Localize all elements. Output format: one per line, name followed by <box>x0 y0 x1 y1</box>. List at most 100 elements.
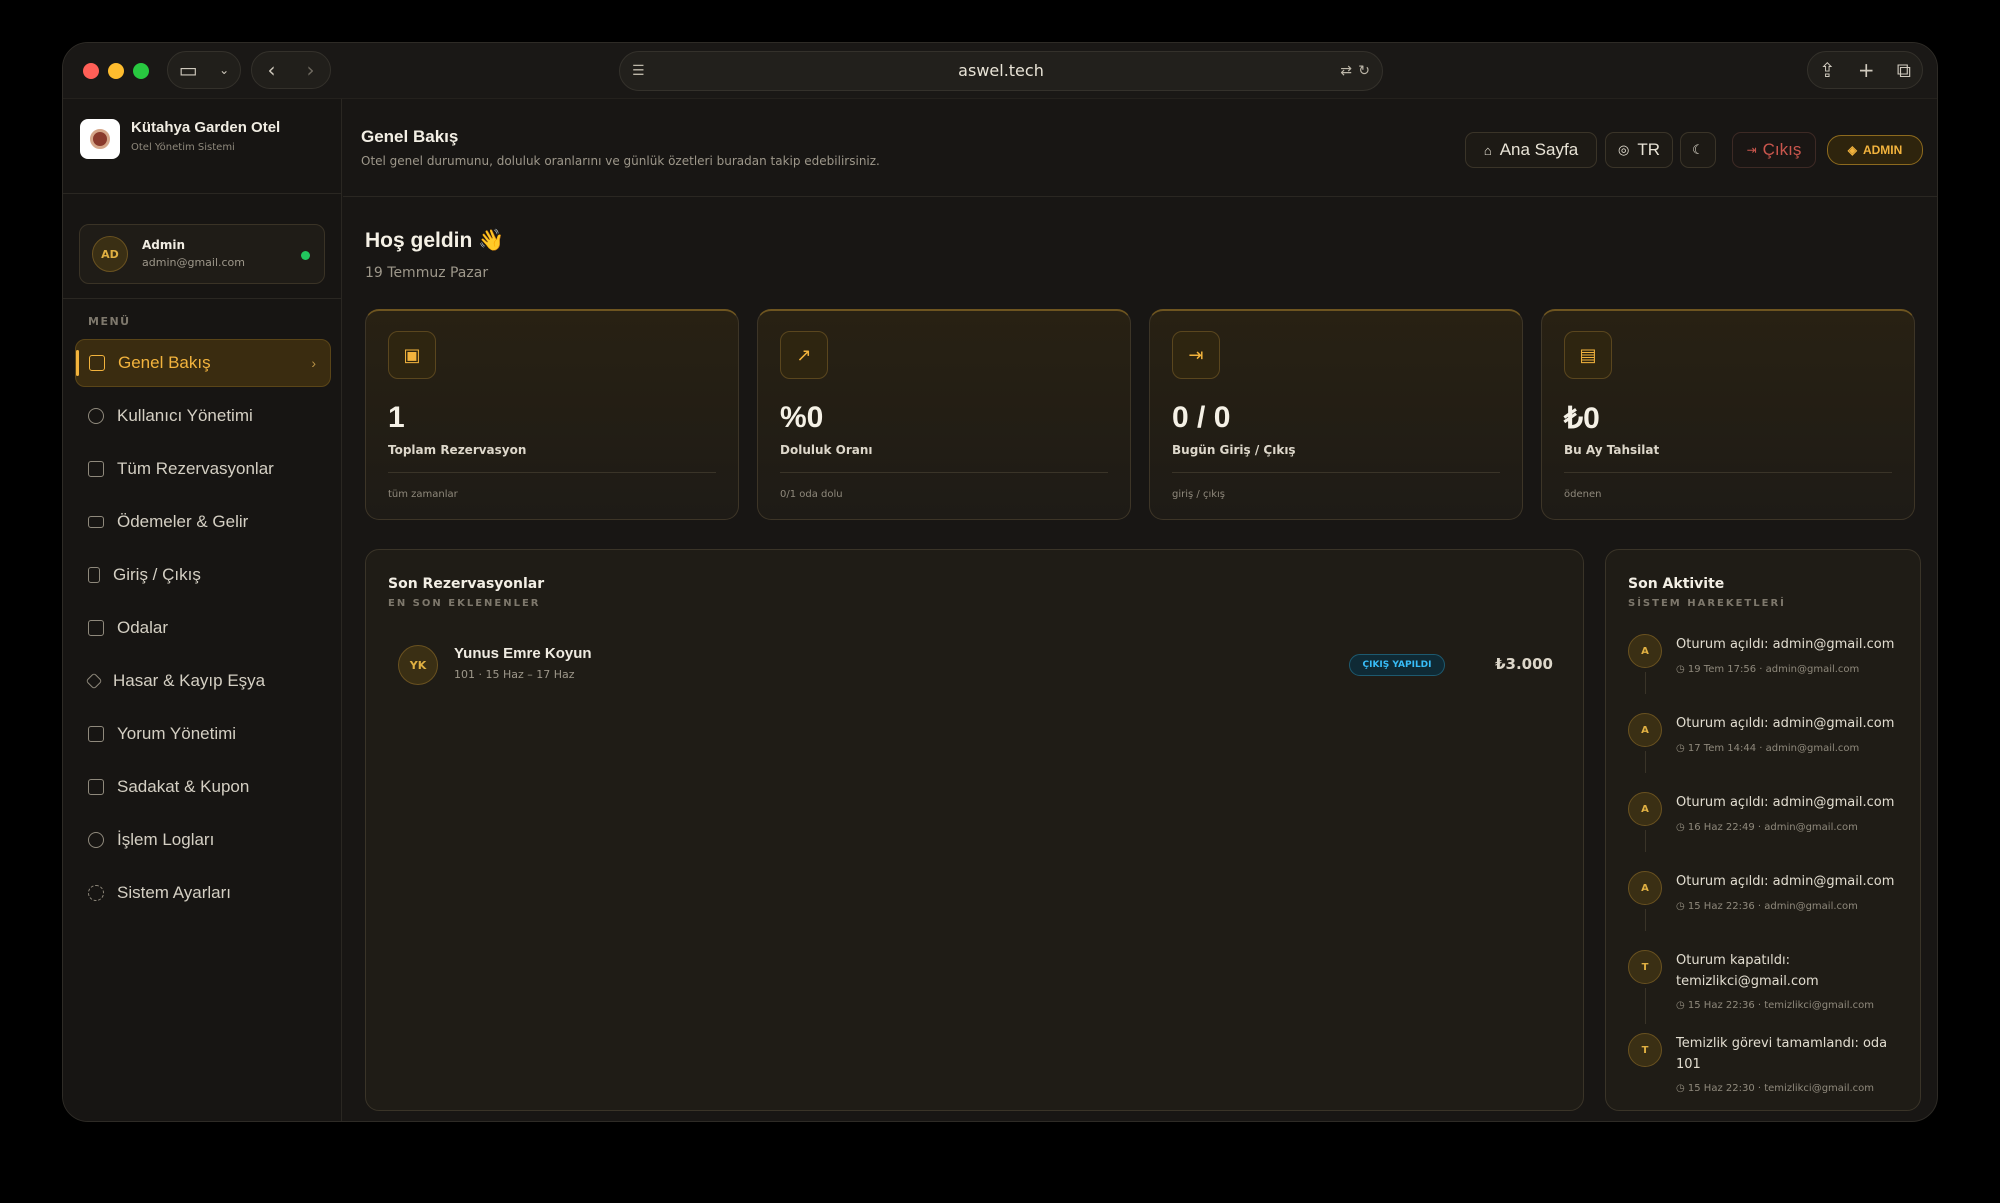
divider <box>1564 472 1892 473</box>
sidebar-item-giris-cikis[interactable]: Giriş / Çıkış <box>75 551 331 599</box>
tabs-overview-icon[interactable]: ⧉ <box>1897 58 1911 82</box>
sidebar-item-label: Ödemeler & Gelir <box>117 512 249 531</box>
credit-card-icon <box>88 516 104 528</box>
stat-card-monthly-collection: ▤ ₺0 Bu Ay Tahsilat ödenen <box>1541 309 1915 520</box>
sidebar-item-tum-rezervasyonlar[interactable]: Tüm Rezervasyonlar <box>75 445 331 493</box>
panel-subtitle: SİSTEM HAREKETLERİ <box>1628 598 1786 609</box>
greeting-title: Hoş geldin 👋 <box>365 229 505 252</box>
close-window-button[interactable] <box>83 63 99 79</box>
page-subtitle: Otel genel durumunu, doluluk oranlarını … <box>361 154 880 168</box>
sidebar-item-label: Giriş / Çıkış <box>113 565 201 584</box>
sidebar-toggle-button[interactable]: ▭ ⌄ <box>167 51 241 89</box>
zoom-window-button[interactable] <box>133 63 149 79</box>
browser-window: ▭ ⌄ ‹ › ☰ aswel.tech ⇄ ↻ ⇪ + ⧉ Kütahya Garde… <box>62 42 1938 1122</box>
avatar: YK <box>398 645 438 685</box>
wallet-icon: ▤ <box>1564 331 1612 379</box>
online-status-dot <box>301 251 310 260</box>
activity-text: Oturum kapatıldı: temizlikci@gmail.com <box>1676 953 1819 989</box>
user-name: Admin <box>142 238 186 252</box>
activity-text: Oturum açıldı: admin@gmail.com <box>1676 874 1895 889</box>
calendar-icon <box>88 461 104 477</box>
activity-text: Oturum açıldı: admin@gmail.com <box>1676 637 1895 652</box>
gear-icon <box>88 885 104 901</box>
logout-button[interactable]: ⇥ Çıkış <box>1732 132 1816 168</box>
avatar: AD <box>92 236 128 272</box>
sidebar-item-sistem-ayarlari[interactable]: Sistem Ayarları <box>75 869 331 917</box>
stat-value: 0 / 0 <box>1172 401 1231 434</box>
log-icon <box>88 832 104 848</box>
greeting-date: 19 Temmuz Pazar <box>365 265 489 281</box>
avatar: A <box>1628 713 1662 747</box>
activity-meta: ◷ 19 Tem 17:56 · admin@gmail.com <box>1676 664 1860 675</box>
window-actions: ⇪ + ⧉ <box>1807 51 1923 89</box>
globe-icon: ◎ <box>1617 142 1630 157</box>
sidebar-item-label: Kullanıcı Yönetimi <box>117 406 253 425</box>
activity-text: Oturum açıldı: admin@gmail.com <box>1676 795 1895 810</box>
stat-value: ₺0 <box>1564 402 1600 435</box>
panel-title: Son Aktivite <box>1628 576 1725 592</box>
address-bar[interactable]: ☰ aswel.tech ⇄ ↻ <box>619 51 1383 91</box>
stat-label: Bu Ay Tahsilat <box>1564 443 1660 457</box>
timeline-line <box>1645 830 1646 852</box>
reservation-detail: 101 · 15 Haz – 17 Haz <box>454 668 575 681</box>
gift-icon <box>88 779 104 795</box>
sidebar-item-odemeler[interactable]: Ödemeler & Gelir <box>75 498 331 546</box>
sidebar-item-yorum-yonetimi[interactable]: Yorum Yönetimi <box>75 710 331 758</box>
menu-label: MENÜ <box>88 315 131 328</box>
brand-subtitle: Otel Yönetim Sistemi <box>131 142 235 153</box>
trending-up-icon: ↗ <box>780 331 828 379</box>
recent-reservations-panel: Son Rezervasyonlar EN SON EKLENENLER YK … <box>365 549 1584 1111</box>
sidebar-item-label: Odalar <box>117 618 169 637</box>
avatar: T <box>1628 950 1662 984</box>
panel-subtitle: EN SON EKLENENLER <box>388 598 541 609</box>
shield-icon: ◈ <box>1847 143 1857 157</box>
stat-footer: tüm zamanlar <box>388 489 458 500</box>
sidebar-item-genel-bakis[interactable]: Genel Bakış › <box>75 339 331 387</box>
recent-activity-panel: Son Aktivite SİSTEM HAREKETLERİ A Oturum… <box>1605 549 1921 1111</box>
language-button[interactable]: ◎ TR <box>1605 132 1673 168</box>
sidebar-item-label: Genel Bakış <box>118 353 211 372</box>
calendar-check-icon: ▣ <box>388 331 436 379</box>
sidebar-item-kullanici-yonetimi[interactable]: Kullanıcı Yönetimi <box>75 392 331 440</box>
sidebar-item-islem-loglari[interactable]: İşlem Logları <box>75 816 331 864</box>
page-menu-icon[interactable]: ☰ <box>632 52 645 90</box>
sidebar-item-label: Sistem Ayarları <box>117 883 232 902</box>
timeline-line <box>1645 751 1646 773</box>
back-button[interactable]: ‹ <box>268 58 276 82</box>
activity-meta: ◷ 15 Haz 22:30 · temizlikci@gmail.com <box>1676 1083 1875 1094</box>
hotel-logo <box>80 119 120 159</box>
translate-icon[interactable]: ⇄ <box>1340 52 1352 90</box>
status-badge: ÇIKIŞ YAPILDI <box>1349 654 1445 676</box>
sidebar-item-hasar-kayip[interactable]: Hasar & Kayıp Eşya <box>75 657 331 705</box>
timeline-line <box>1645 672 1646 694</box>
sidebar-item-odalar[interactable]: Odalar <box>75 604 331 652</box>
activity-text: Temizlik görevi tamamlandı: oda 101 <box>1676 1036 1888 1072</box>
avatar: T <box>1628 1033 1662 1067</box>
avatar: A <box>1628 792 1662 826</box>
divider <box>388 472 716 473</box>
user-card[interactable]: AD Admin admin@gmail.com <box>79 224 325 284</box>
page-title: Genel Bakış <box>361 127 459 146</box>
chevron-right-icon: › <box>311 355 316 371</box>
users-icon <box>88 408 104 424</box>
chevron-down-icon: ⌄ <box>219 63 230 77</box>
stat-value: %0 <box>780 401 824 434</box>
reload-icon[interactable]: ↻ <box>1358 52 1370 90</box>
new-tab-icon[interactable]: + <box>1858 58 1875 82</box>
sidebar-item-sadakat-kupon[interactable]: Sadakat & Kupon <box>75 763 331 811</box>
home-button[interactable]: ⌂ Ana Sayfa <box>1465 132 1597 168</box>
theme-toggle-button[interactable]: ☾ <box>1680 132 1716 168</box>
forward-button[interactable]: › <box>307 58 315 82</box>
stat-footer: 0/1 oda dolu <box>780 489 843 500</box>
stat-card-checkin-checkout: ⇥ 0 / 0 Bugün Giriş / Çıkış giriş / çıkı… <box>1149 309 1523 520</box>
activity-meta: ◷ 15 Haz 22:36 · admin@gmail.com <box>1676 901 1858 912</box>
share-icon[interactable]: ⇪ <box>1819 58 1836 82</box>
stat-value: 1 <box>388 401 405 434</box>
minimize-window-button[interactable] <box>108 63 124 79</box>
role-badge: ◈ ADMIN <box>1827 135 1923 165</box>
grid-icon <box>89 355 105 371</box>
user-email: admin@gmail.com <box>142 256 246 269</box>
sidebar-item-label: Sadakat & Kupon <box>117 777 250 796</box>
sidebar-item-label: Yorum Yönetimi <box>117 724 237 743</box>
divider <box>780 472 1108 473</box>
